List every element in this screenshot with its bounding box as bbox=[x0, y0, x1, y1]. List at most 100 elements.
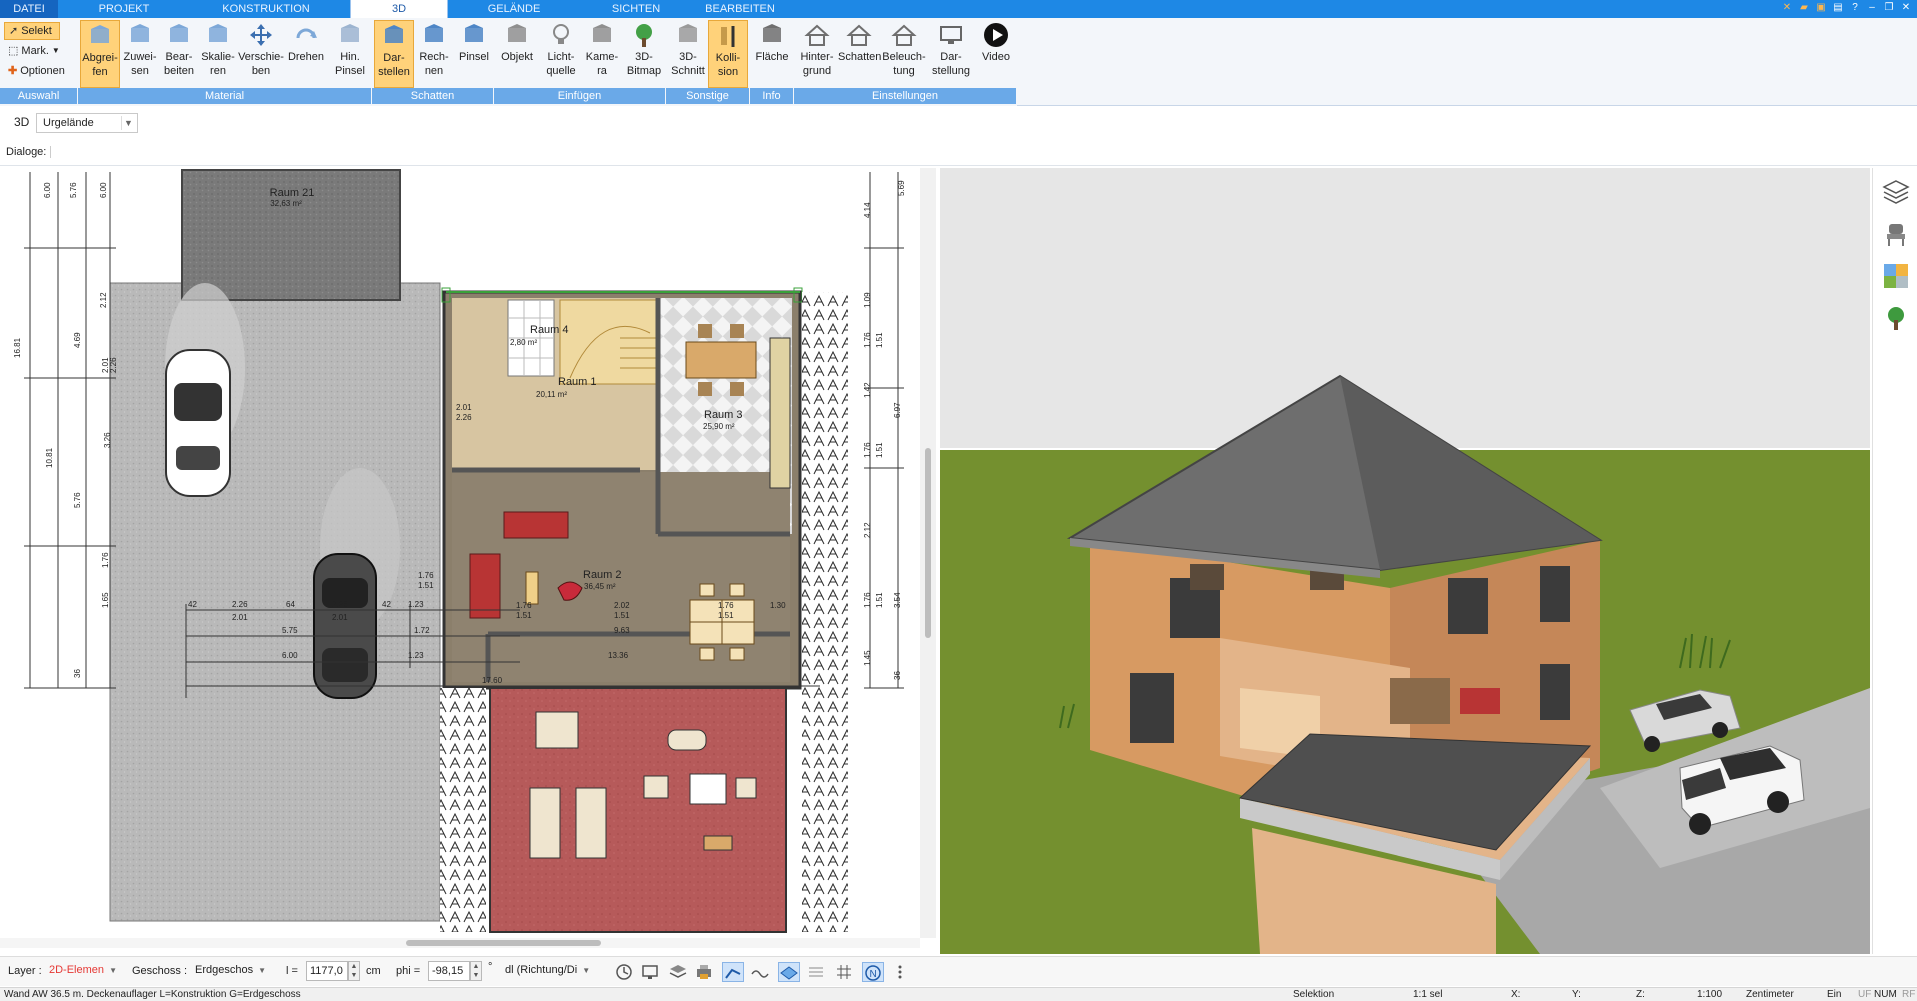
more-vertical-icon[interactable] bbox=[890, 962, 912, 982]
snap-wave-icon[interactable] bbox=[750, 962, 772, 982]
save-icon[interactable]: ▣ bbox=[1814, 1, 1828, 15]
plant-tree-icon[interactable] bbox=[1882, 304, 1910, 332]
options-button[interactable]: ✚ Optionen bbox=[4, 62, 69, 80]
layer-select[interactable]: 2D-Elemen ▼ bbox=[46, 961, 122, 981]
terrain-select[interactable]: Urgelände ▼ bbox=[36, 113, 138, 133]
ribbon-button-0[interactable]: Abgrei- fen bbox=[80, 20, 120, 88]
ribbon-button-label: Beleuch- tung bbox=[882, 51, 926, 77]
svg-text:6.00: 6.00 bbox=[282, 651, 298, 660]
ribbon-button-14[interactable]: 3D- Schnitt bbox=[668, 20, 708, 88]
length-spinner[interactable]: ▲ ▼ bbox=[348, 961, 360, 981]
layer-label: Layer : bbox=[8, 965, 42, 977]
chevron-down-icon: ▼ bbox=[121, 116, 135, 130]
ribbon-button-label: 3D- Schnitt bbox=[671, 51, 705, 77]
phi-spinner[interactable]: ▲ ▼ bbox=[470, 961, 482, 981]
ribbon-button-12[interactable]: Kame- ra bbox=[584, 20, 620, 88]
screen-icon[interactable] bbox=[640, 962, 662, 982]
ribbon-button-label: Drehen bbox=[287, 51, 325, 63]
ribbon-button-13[interactable]: 3D- Bitmap bbox=[622, 20, 666, 88]
snap-line-icon[interactable] bbox=[722, 962, 744, 982]
layers-stack-icon[interactable] bbox=[668, 962, 690, 982]
edit-material-icon bbox=[170, 24, 188, 42]
printer-icon[interactable] bbox=[694, 962, 716, 982]
ribbon-button-7[interactable]: Dar- stellen bbox=[374, 20, 414, 88]
restore-button[interactable]: ❐ bbox=[1882, 1, 1896, 15]
room-4-area: 2,80 m² bbox=[510, 338, 537, 347]
direction-select[interactable]: dl (Richtung/Di ▼ bbox=[502, 961, 602, 981]
menu-tab-bar: DATEI PROJEKT KONSTRUKTION 3D GELÄNDE SI… bbox=[0, 0, 1917, 18]
rotate-icon bbox=[296, 28, 317, 39]
3d-view[interactable] bbox=[940, 168, 1870, 954]
snap-plane-icon[interactable] bbox=[778, 962, 800, 982]
plan-horizontal-scrollbar[interactable] bbox=[0, 938, 920, 948]
close-button[interactable]: ✕ bbox=[1899, 1, 1913, 15]
minimize-button[interactable]: – bbox=[1865, 1, 1879, 15]
snap-hatch-icon[interactable] bbox=[806, 962, 828, 982]
svg-text:2.26: 2.26 bbox=[456, 413, 472, 422]
tab-konstruktion[interactable]: KONSTRUKTION bbox=[206, 0, 326, 18]
move-icon bbox=[250, 24, 272, 46]
ribbon-button-18[interactable]: Schatten bbox=[838, 20, 882, 88]
svg-text:1.42: 1.42 bbox=[863, 382, 872, 398]
ribbon-button-3[interactable]: Skalie- ren bbox=[198, 20, 238, 88]
ribbon-button-6[interactable]: Hin. Pinsel bbox=[330, 20, 370, 88]
ribbon-button-16[interactable]: Fläche bbox=[752, 20, 792, 88]
length-unit: cm bbox=[366, 965, 381, 977]
help-icon[interactable]: ? bbox=[1848, 1, 1862, 15]
group-material: Material bbox=[78, 88, 372, 104]
material-swatch-icon[interactable] bbox=[1882, 262, 1910, 290]
tab-projekt[interactable]: PROJEKT bbox=[84, 0, 164, 18]
tab-bearbeiten[interactable]: BEARBEITEN bbox=[700, 0, 780, 18]
scroll-thumb[interactable] bbox=[406, 940, 601, 946]
grid-icon[interactable] bbox=[834, 962, 856, 982]
ribbon-button-11[interactable]: Licht- quelle bbox=[538, 20, 584, 88]
length-input[interactable]: 1177,0 bbox=[306, 961, 348, 981]
tab-sichten[interactable]: SICHTEN bbox=[598, 0, 674, 18]
ribbon-button-5[interactable]: Drehen bbox=[284, 20, 328, 88]
tab-gelaende[interactable]: GELÄNDE bbox=[470, 0, 558, 18]
phi-label: phi = bbox=[396, 965, 421, 977]
group-schatten: Schatten bbox=[372, 88, 494, 104]
svg-text:4.69: 4.69 bbox=[73, 332, 82, 348]
mark-label: Mark. bbox=[21, 45, 49, 57]
clock-icon[interactable] bbox=[614, 962, 636, 982]
svg-text:1.76: 1.76 bbox=[718, 601, 734, 610]
tab-3d[interactable]: 3D bbox=[350, 0, 448, 18]
ribbon-button-8[interactable]: Rech- nen bbox=[414, 20, 454, 88]
floor-plan-drawing[interactable]: Raum 21 32,63 m² Raum 4 2,80 m² Raum 1 2… bbox=[0, 168, 918, 938]
room-4-label: Raum 4 bbox=[530, 324, 569, 336]
ribbon-button-21[interactable]: Video bbox=[976, 20, 1016, 88]
mark-dropdown[interactable]: ⬚ Mark. ▼ bbox=[4, 42, 64, 60]
geschoss-select[interactable]: Erdgeschos ▼ bbox=[192, 961, 268, 981]
ribbon-button-4[interactable]: Verschie- ben bbox=[238, 20, 284, 88]
tab-datei[interactable]: DATEI bbox=[0, 0, 58, 18]
ribbon-button-17[interactable]: Hinter- grund bbox=[796, 20, 838, 88]
ribbon-button-2[interactable]: Bear- beiten bbox=[160, 20, 198, 88]
svg-text:1.76: 1.76 bbox=[863, 332, 872, 348]
ribbon-button-1[interactable]: Zuwei- sen bbox=[120, 20, 160, 88]
north-icon[interactable]: N bbox=[862, 962, 884, 982]
print-icon[interactable]: ▤ bbox=[1831, 1, 1845, 15]
group-einstellungen: Einstellungen bbox=[794, 88, 1017, 104]
group-einfuegen: Einfügen bbox=[494, 88, 666, 104]
plan-vertical-scrollbar[interactable] bbox=[920, 168, 936, 938]
floor-plan-view[interactable]: Raum 21 32,63 m² Raum 4 2,80 m² Raum 1 2… bbox=[0, 168, 918, 938]
select-button[interactable]: ➚ Selekt bbox=[4, 22, 60, 40]
status-rf: RF bbox=[1902, 989, 1916, 1000]
ribbon-button-20[interactable]: Dar- stellung bbox=[928, 20, 974, 88]
ribbon-button-19[interactable]: Beleuch- tung bbox=[880, 20, 928, 88]
chair-icon[interactable] bbox=[1882, 220, 1910, 248]
ribbon-button-10[interactable]: Objekt bbox=[496, 20, 538, 88]
ribbon-button-15[interactable]: Kolli- sion bbox=[708, 20, 748, 88]
phi-input[interactable]: -98,15 bbox=[428, 961, 470, 981]
ribbon-button-9[interactable]: Pinsel bbox=[454, 20, 494, 88]
ribbon-button-label: Pinsel bbox=[459, 51, 489, 63]
scroll-thumb[interactable] bbox=[925, 448, 931, 638]
tools-icon[interactable]: ✕ bbox=[1780, 1, 1794, 15]
3d-house-render[interactable] bbox=[940, 168, 1870, 954]
ribbon-button-label: Schatten bbox=[838, 51, 882, 63]
room-2-area: 36,45 m² bbox=[584, 582, 616, 591]
status-unit: Zentimeter bbox=[1746, 989, 1794, 1000]
folder-icon[interactable]: ▰ bbox=[1797, 1, 1811, 15]
layers-icon[interactable] bbox=[1882, 178, 1910, 206]
